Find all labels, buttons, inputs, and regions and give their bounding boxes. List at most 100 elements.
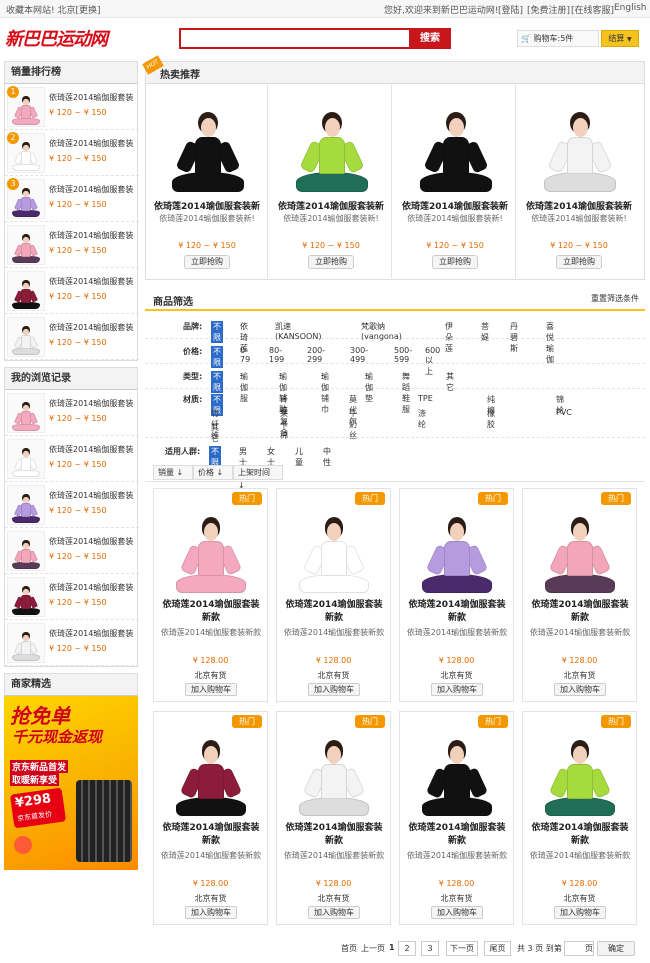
filter-option-material[interactable]: 牛奶丝: [349, 408, 357, 441]
filter-option-material[interactable]: 橡胶: [487, 408, 495, 430]
filter-option-brand[interactable]: 凯速(KANSOON): [275, 321, 321, 341]
english-link[interactable]: English: [614, 3, 647, 13]
product-card[interactable]: 热门 依琦莲2014瑜伽服套装新款 依琦莲2014瑜伽服套装新款 ¥ 128.00 北京…: [153, 711, 268, 925]
last-page-button[interactable]: 尾页: [484, 941, 511, 956]
buy-now-button[interactable]: 立即抢购: [432, 255, 478, 269]
product-image[interactable]: [531, 720, 629, 818]
product-card[interactable]: 热门 依琦莲2014瑜伽服套装新款 依琦莲2014瑜伽服套装新款 ¥ 128.00 北京…: [276, 711, 391, 925]
filter-option-material[interactable]: 涤纶: [418, 408, 426, 430]
product-card[interactable]: 热门 依琦莲2014瑜伽服套装新款 依琦莲2014瑜伽服套装新款 ¥ 128.00 北京…: [399, 711, 514, 925]
site-logo[interactable]: 新巴巴运动网: [5, 25, 115, 51]
page-3[interactable]: 3: [421, 941, 439, 956]
filter-option-price[interactable]: 200-299: [307, 346, 325, 364]
product-image[interactable]: [408, 720, 506, 818]
add-to-cart-button[interactable]: 加入购物车: [554, 683, 606, 696]
product-title[interactable]: 依琦莲2014瑜伽服套装新款: [158, 599, 264, 625]
search-input[interactable]: [179, 28, 411, 49]
add-to-cart-button[interactable]: 加入购物车: [431, 683, 483, 696]
topbar-left-text[interactable]: 收藏本网站! 北京[更换]: [6, 3, 101, 16]
service-link[interactable]: [在线客服]: [571, 3, 614, 16]
add-to-cart-button[interactable]: 加入购物车: [308, 906, 360, 919]
confirm-page-button[interactable]: 确定: [597, 941, 635, 956]
product-card[interactable]: 热门 依琦莲2014瑜伽服套装新款 依琦莲2014瑜伽服套装新款 ¥ 128.00 北京…: [522, 711, 637, 925]
add-to-cart-button[interactable]: 加入购物车: [185, 683, 237, 696]
product-image[interactable]: [285, 720, 383, 818]
filter-option-material[interactable]: TPE: [418, 394, 433, 403]
product-card[interactable]: 热门 依琦莲2014瑜伽服套装新款 依琦莲2014瑜伽服套装新款 ¥ 128.00 北京…: [153, 488, 268, 702]
checkout-button[interactable]: 结算 ▼: [601, 30, 639, 47]
sidebar-product-title[interactable]: 依琦莲2014瑜伽服套装: [49, 138, 139, 149]
add-to-cart-button[interactable]: 加入购物车: [431, 906, 483, 919]
sidebar-product-item[interactable]: 1 依琦莲2014瑜伽服套装 ¥ 120 ~ ¥ 150: [5, 84, 139, 130]
filter-option-price[interactable]: 0-79: [240, 346, 250, 364]
buy-now-button[interactable]: 立即抢购: [308, 255, 354, 269]
hot-product-card[interactable]: 依琦莲2014瑜伽服套装新 依琦莲2014瑜伽服套装新! ¥ 120 ~ ¥ 150…: [146, 84, 268, 278]
product-image[interactable]: [162, 720, 260, 818]
sidebar-product-title[interactable]: 依琦莲2014瑜伽服套装: [49, 276, 139, 287]
product-title[interactable]: 依琦莲2014瑜伽服套装新款: [527, 822, 633, 848]
filter-option-material[interactable]: PVC: [556, 408, 572, 417]
sidebar-product-title[interactable]: 依琦莲2014瑜伽服套装: [49, 322, 139, 333]
register-link[interactable]: [免费注册]: [527, 3, 570, 16]
hot-product-card[interactable]: 依琦莲2014瑜伽服套装新 依琦莲2014瑜伽服套装新! ¥ 120 ~ ¥ 150…: [518, 84, 640, 278]
sidebar-product-item[interactable]: 依琦莲2014瑜伽服套装 ¥ 120 ~ ¥ 150: [5, 574, 139, 620]
sidebar-product-item[interactable]: 依琦莲2014瑜伽服套装 ¥ 120 ~ ¥ 150: [5, 436, 139, 482]
filter-option-price[interactable]: 80-199: [269, 346, 284, 364]
filter-option-material[interactable]: 其它: [211, 422, 219, 444]
hot-product-image[interactable]: [280, 90, 384, 194]
filter-option-material[interactable]: 莱卡棉: [280, 408, 288, 441]
page-2[interactable]: 2: [398, 941, 416, 956]
sort-sales-button[interactable]: 销量 ↓: [153, 465, 193, 480]
sidebar-product-item[interactable]: 2 依琦莲2014瑜伽服套装 ¥ 120 ~ ¥ 150: [5, 130, 139, 176]
hot-product-title[interactable]: 依琦莲2014瑜伽服套装新: [520, 199, 638, 212]
product-title[interactable]: 依琦莲2014瑜伽服套装新款: [281, 599, 387, 625]
sidebar-product-item[interactable]: 依琦莲2014瑜伽服套装 ¥ 120 ~ ¥ 150: [5, 268, 139, 314]
search-button[interactable]: 搜索: [409, 28, 451, 49]
product-image[interactable]: [408, 497, 506, 595]
sidebar-product-title[interactable]: 依琦莲2014瑜伽服套装: [49, 184, 139, 195]
sidebar-product-title[interactable]: 依琦莲2014瑜伽服套装: [49, 628, 139, 639]
product-image[interactable]: [162, 497, 260, 595]
sidebar-product-title[interactable]: 依琦莲2014瑜伽服套装: [49, 490, 139, 501]
sidebar-product-title[interactable]: 依琦莲2014瑜伽服套装: [49, 582, 139, 593]
buy-now-button[interactable]: 立即抢购: [556, 255, 602, 269]
hot-product-title[interactable]: 依琦莲2014瑜伽服套装新: [396, 199, 514, 212]
sidebar-product-item[interactable]: 依琦莲2014瑜伽服套装 ¥ 120 ~ ¥ 150: [5, 222, 139, 268]
hot-product-card[interactable]: 依琦莲2014瑜伽服套装新 依琦莲2014瑜伽服套装新! ¥ 120 ~ ¥ 150…: [394, 84, 516, 278]
product-title[interactable]: 依琦莲2014瑜伽服套装新款: [404, 822, 510, 848]
merchant-ad-banner[interactable]: 抢免单 千元现金返现 京东新品首发 取暖新享受 ¥298 京东首发价: [4, 696, 138, 870]
reset-filter-link[interactable]: 重置筛选条件: [591, 293, 639, 304]
hot-product-card[interactable]: 依琦莲2014瑜伽服套装新 依琦莲2014瑜伽服套装新! ¥ 120 ~ ¥ 150…: [270, 84, 392, 278]
sidebar-product-title[interactable]: 依琦莲2014瑜伽服套装: [49, 536, 139, 547]
add-to-cart-button[interactable]: 加入购物车: [308, 683, 360, 696]
sort-price-button[interactable]: 价格 ↓: [193, 465, 233, 480]
sidebar-product-item[interactable]: 依琦莲2014瑜伽服套装 ¥ 120 ~ ¥ 150: [5, 620, 139, 666]
hot-product-image[interactable]: [528, 90, 632, 194]
hot-product-image[interactable]: [404, 90, 508, 194]
product-card[interactable]: 热门 依琦莲2014瑜伽服套装新款 依琦莲2014瑜伽服套装新款 ¥ 128.00 北京…: [276, 488, 391, 702]
sidebar-product-item[interactable]: 依琦莲2014瑜伽服套装 ¥ 120 ~ ¥ 150: [5, 390, 139, 436]
prev-page-link[interactable]: 上一页: [361, 943, 385, 954]
sidebar-product-title[interactable]: 依琦莲2014瑜伽服套装: [49, 398, 139, 409]
hot-product-title[interactable]: 依琦莲2014瑜伽服套装新: [272, 199, 390, 212]
hot-product-image[interactable]: [156, 90, 260, 194]
add-to-cart-button[interactable]: 加入购物车: [185, 906, 237, 919]
product-title[interactable]: 依琦莲2014瑜伽服套装新款: [158, 822, 264, 848]
next-page-button[interactable]: 下一页: [446, 941, 478, 956]
page-1[interactable]: 1: [389, 943, 395, 952]
product-card[interactable]: 热门 依琦莲2014瑜伽服套装新款 依琦莲2014瑜伽服套装新款 ¥ 128.00 北京…: [522, 488, 637, 702]
hot-product-title[interactable]: 依琦莲2014瑜伽服套装新: [148, 199, 266, 212]
buy-now-button[interactable]: 立即抢购: [184, 255, 230, 269]
filter-option-price[interactable]: 500-599: [394, 346, 412, 364]
product-card[interactable]: 热门 依琦莲2014瑜伽服套装新款 依琦莲2014瑜伽服套装新款 ¥ 128.00 北京…: [399, 488, 514, 702]
filter-option-brand[interactable]: 梵歌纳(vangona): [361, 321, 402, 341]
sidebar-product-item[interactable]: 依琦莲2014瑜伽服套装 ¥ 120 ~ ¥ 150: [5, 482, 139, 528]
product-title[interactable]: 依琦莲2014瑜伽服套装新款: [527, 599, 633, 625]
product-image[interactable]: [285, 497, 383, 595]
product-image[interactable]: [531, 497, 629, 595]
sidebar-product-item[interactable]: 依琦莲2014瑜伽服套装 ¥ 120 ~ ¥ 150: [5, 314, 139, 360]
sidebar-product-item[interactable]: 依琦莲2014瑜伽服套装 ¥ 120 ~ ¥ 150: [5, 528, 139, 574]
sidebar-product-title[interactable]: 依琦莲2014瑜伽服套装: [49, 444, 139, 455]
login-link[interactable]: [登陆]: [498, 3, 523, 16]
filter-option-price[interactable]: 300-499: [350, 346, 368, 364]
